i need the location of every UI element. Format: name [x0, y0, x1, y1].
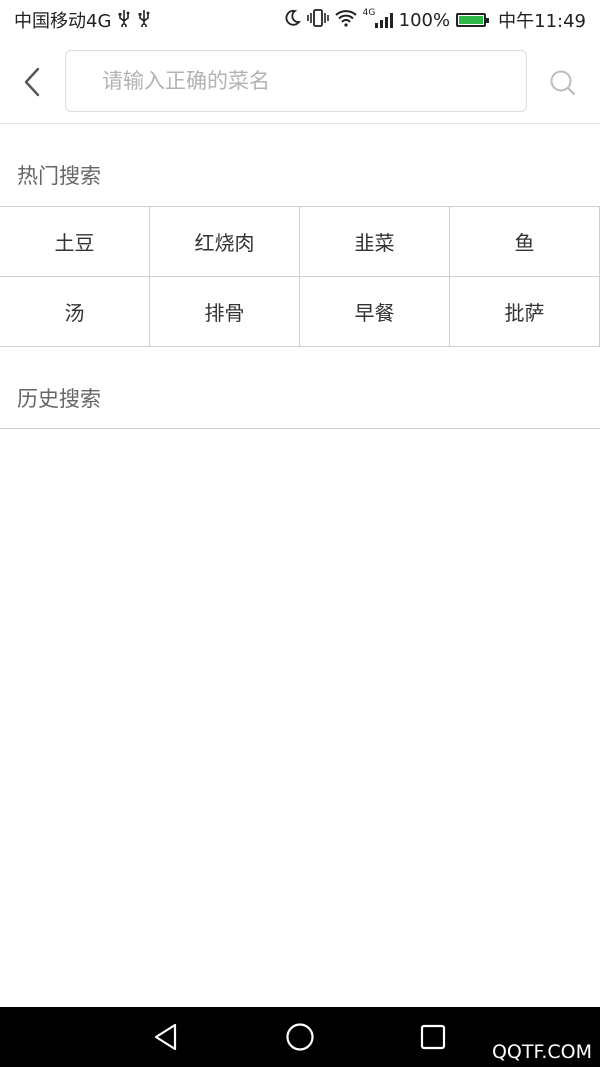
battery-fill	[459, 16, 484, 24]
circle-home-icon	[286, 1023, 314, 1051]
battery-icon	[456, 13, 490, 27]
signal-icon: 4G	[363, 8, 393, 28]
search-box	[65, 50, 527, 112]
moon-icon	[283, 9, 301, 32]
hot-search-item[interactable]: 红烧肉	[150, 207, 300, 277]
navigation-bar: QQTF.COM	[0, 1007, 600, 1067]
status-time: 中午11:49	[498, 11, 586, 32]
status-bar: 中国移动4G 4G 100% 中午11:49	[0, 0, 600, 40]
history-search-title: 历史搜索	[17, 387, 101, 411]
triangle-back-icon	[154, 1023, 177, 1051]
hot-search-item[interactable]: 鱼	[450, 207, 600, 277]
nav-back-button[interactable]	[151, 1021, 183, 1053]
hot-search-item[interactable]: 批萨	[450, 277, 600, 347]
carrier-label: 中国移动4G	[14, 11, 112, 32]
wifi-icon	[334, 9, 357, 32]
hot-search-item[interactable]: 韭菜	[300, 207, 450, 277]
hot-search-grid: 土豆 红烧肉 韭菜 鱼 汤 排骨 早餐 批萨	[0, 206, 600, 347]
screen: 中国移动4G 4G 100% 中午11:49 请输入正确的菜名 热门搜索 土豆 …	[0, 0, 600, 1067]
vibrate-icon	[306, 8, 329, 32]
hot-search-item[interactable]: 汤	[0, 277, 150, 347]
back-button[interactable]	[16, 64, 52, 100]
chevron-left-icon	[24, 67, 40, 97]
status-right: 4G 100% 中午11:49	[283, 7, 586, 33]
search-header	[0, 40, 600, 124]
network-type-label: 4G	[362, 8, 376, 18]
status-left: 中国移动4G	[14, 7, 151, 33]
usb-icon	[137, 9, 151, 32]
hot-search-item[interactable]: 土豆	[0, 207, 150, 277]
battery-percent: 100%	[398, 9, 451, 31]
history-divider	[0, 428, 600, 429]
search-icon	[550, 70, 576, 96]
search-button[interactable]	[548, 68, 578, 98]
watermark: QQTF.COM	[491, 1041, 592, 1063]
nav-home-button[interactable]	[284, 1021, 316, 1053]
nav-recent-button[interactable]	[417, 1021, 449, 1053]
hot-search-item[interactable]: 排骨	[150, 277, 300, 347]
search-input[interactable]	[66, 51, 526, 111]
hot-search-item[interactable]: 早餐	[300, 277, 450, 347]
usb-icon	[117, 9, 131, 32]
hot-search-title: 热门搜索	[17, 164, 101, 188]
square-recent-icon	[420, 1024, 446, 1050]
